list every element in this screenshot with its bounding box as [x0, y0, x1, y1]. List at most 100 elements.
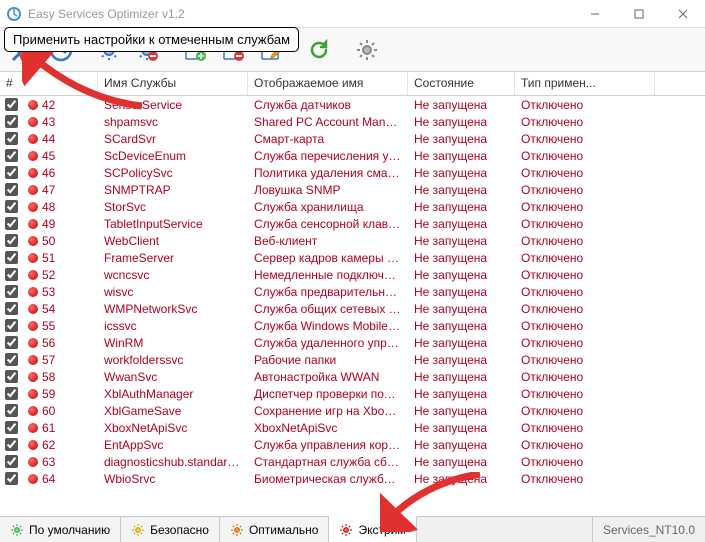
table-row[interactable]: 45ScDeviceEnumСлужба перечисления устрой… [0, 147, 705, 164]
table-row[interactable]: 60XblGameSaveСохранение игр на Xbox Live… [0, 402, 705, 419]
row-number-cell: 45 [22, 149, 98, 163]
row-number: 55 [42, 319, 55, 333]
row-checkbox-cell [0, 302, 22, 315]
state: Не запущена [408, 302, 515, 316]
row-checkbox[interactable] [5, 438, 18, 451]
table-row[interactable]: 57workfolderssvcРабочие папкиНе запущена… [0, 351, 705, 368]
grid-body[interactable]: 42SensorServiceСлужба датчиковНе запущен… [0, 96, 705, 493]
row-checkbox[interactable] [5, 98, 18, 111]
row-checkbox-cell [0, 421, 22, 434]
row-number: 48 [42, 200, 55, 214]
table-row[interactable]: 59XblAuthManagerДиспетчер проверки подли… [0, 385, 705, 402]
table-row[interactable]: 55icssvcСлужба Windows Mobile HotspotНе … [0, 317, 705, 334]
row-checkbox[interactable] [5, 472, 18, 485]
row-checkbox[interactable] [5, 132, 18, 145]
state: Не запущена [408, 251, 515, 265]
row-checkbox[interactable] [5, 268, 18, 281]
header-display[interactable]: Отображаемое имя [248, 72, 408, 95]
startup-type: Отключено [515, 370, 655, 384]
service-name: ScDeviceEnum [98, 149, 248, 163]
row-checkbox[interactable] [5, 421, 18, 434]
state: Не запущена [408, 268, 515, 282]
options-button[interactable] [350, 33, 384, 67]
row-checkbox[interactable] [5, 404, 18, 417]
header-state[interactable]: Состояние [408, 72, 515, 95]
close-button[interactable] [661, 0, 705, 27]
table-row[interactable]: 50WebClientВеб-клиентНе запущенаОтключен… [0, 232, 705, 249]
maximize-button[interactable] [617, 0, 661, 27]
table-row[interactable]: 62EntAppSvcСлужба управления корпора...Н… [0, 436, 705, 453]
tab-extreme[interactable]: Экстрим [329, 516, 416, 542]
table-row[interactable]: 49TabletInputServiceСлужба сенсорной кла… [0, 215, 705, 232]
row-checkbox[interactable] [5, 183, 18, 196]
table-row[interactable]: 53wisvcСлужба предварительной оц...Не за… [0, 283, 705, 300]
row-number-cell: 48 [22, 200, 98, 214]
table-row[interactable]: 48StorSvcСлужба хранилищаНе запущенаОткл… [0, 198, 705, 215]
tab-default[interactable]: По умолчанию [0, 517, 121, 542]
table-row[interactable]: 51FrameServerСервер кадров камеры Windo.… [0, 249, 705, 266]
header-pound[interactable]: # [0, 72, 98, 95]
row-checkbox[interactable] [5, 387, 18, 400]
startup-type: Отключено [515, 421, 655, 435]
row-checkbox[interactable] [5, 217, 18, 230]
startup-type: Отключено [515, 268, 655, 282]
row-checkbox[interactable] [5, 166, 18, 179]
display-name: Сервер кадров камеры Windo... [248, 251, 408, 265]
row-checkbox[interactable] [5, 149, 18, 162]
row-checkbox[interactable] [5, 302, 18, 315]
startup-type: Отключено [515, 438, 655, 452]
row-number: 64 [42, 472, 55, 486]
row-checkbox[interactable] [5, 234, 18, 247]
table-row[interactable]: 58WwanSvcАвтонастройка WWANНе запущенаОт… [0, 368, 705, 385]
row-checkbox[interactable] [5, 319, 18, 332]
state: Не запущена [408, 404, 515, 418]
row-checkbox[interactable] [5, 336, 18, 349]
service-name: WMPNetworkSvc [98, 302, 248, 316]
row-checkbox[interactable] [5, 115, 18, 128]
display-name: Служба Windows Mobile Hotspot [248, 319, 408, 333]
row-checkbox[interactable] [5, 200, 18, 213]
tab-optimal[interactable]: Оптимально [220, 517, 330, 542]
row-checkbox[interactable] [5, 370, 18, 383]
table-row[interactable]: 42SensorServiceСлужба датчиковНе запущен… [0, 96, 705, 113]
table-row[interactable]: 44SCardSvrСмарт-картаНе запущенаОтключен… [0, 130, 705, 147]
gear-icon [339, 523, 353, 537]
row-checkbox[interactable] [5, 251, 18, 264]
row-checkbox-cell [0, 472, 22, 485]
table-row[interactable]: 43shpamsvcShared PC Account ManagerНе за… [0, 113, 705, 130]
table-row[interactable]: 52wcncsvcНемедленные подключения W...Не … [0, 266, 705, 283]
table-row[interactable]: 46SCPolicySvcПолитика удаления смарт-кар… [0, 164, 705, 181]
refresh-button[interactable] [302, 33, 336, 67]
table-row[interactable]: 56WinRMСлужба удаленного управле...Не за… [0, 334, 705, 351]
startup-type: Отключено [515, 472, 655, 486]
table-row[interactable]: 64WbioSrvcБиометрическая служба Win...Не… [0, 470, 705, 487]
table-row[interactable]: 63diagnosticshub.standardc...Стандартная… [0, 453, 705, 470]
row-number: 42 [42, 98, 55, 112]
row-checkbox[interactable] [5, 353, 18, 366]
header-name[interactable]: Имя Службы [98, 72, 248, 95]
startup-type: Отключено [515, 149, 655, 163]
table-row[interactable]: 54WMPNetworkSvcСлужба общих сетевых ресу… [0, 300, 705, 317]
tab-label: Оптимально [249, 523, 319, 537]
tab-safe[interactable]: Безопасно [121, 517, 220, 542]
display-name: Служба хранилища [248, 200, 408, 214]
table-row[interactable]: 61XboxNetApiSvcXboxNetApiSvcНе запущенаО… [0, 419, 705, 436]
startup-type: Отключено [515, 234, 655, 248]
row-checkbox[interactable] [5, 285, 18, 298]
row-checkbox-cell [0, 98, 22, 111]
gear-icon [131, 523, 145, 537]
service-name: XblGameSave [98, 404, 248, 418]
status-dot-icon [28, 406, 38, 416]
row-number: 61 [42, 421, 55, 435]
startup-type: Отключено [515, 98, 655, 112]
app-icon [6, 6, 22, 22]
state: Не запущена [408, 438, 515, 452]
row-checkbox[interactable] [5, 455, 18, 468]
row-checkbox-cell [0, 234, 22, 247]
row-number: 43 [42, 115, 55, 129]
row-checkbox-cell [0, 285, 22, 298]
header-type[interactable]: Тип примен... [515, 72, 655, 95]
table-row[interactable]: 47SNMPTRAPЛовушка SNMPНе запущенаОтключе… [0, 181, 705, 198]
minimize-button[interactable] [573, 0, 617, 27]
row-number: 53 [42, 285, 55, 299]
